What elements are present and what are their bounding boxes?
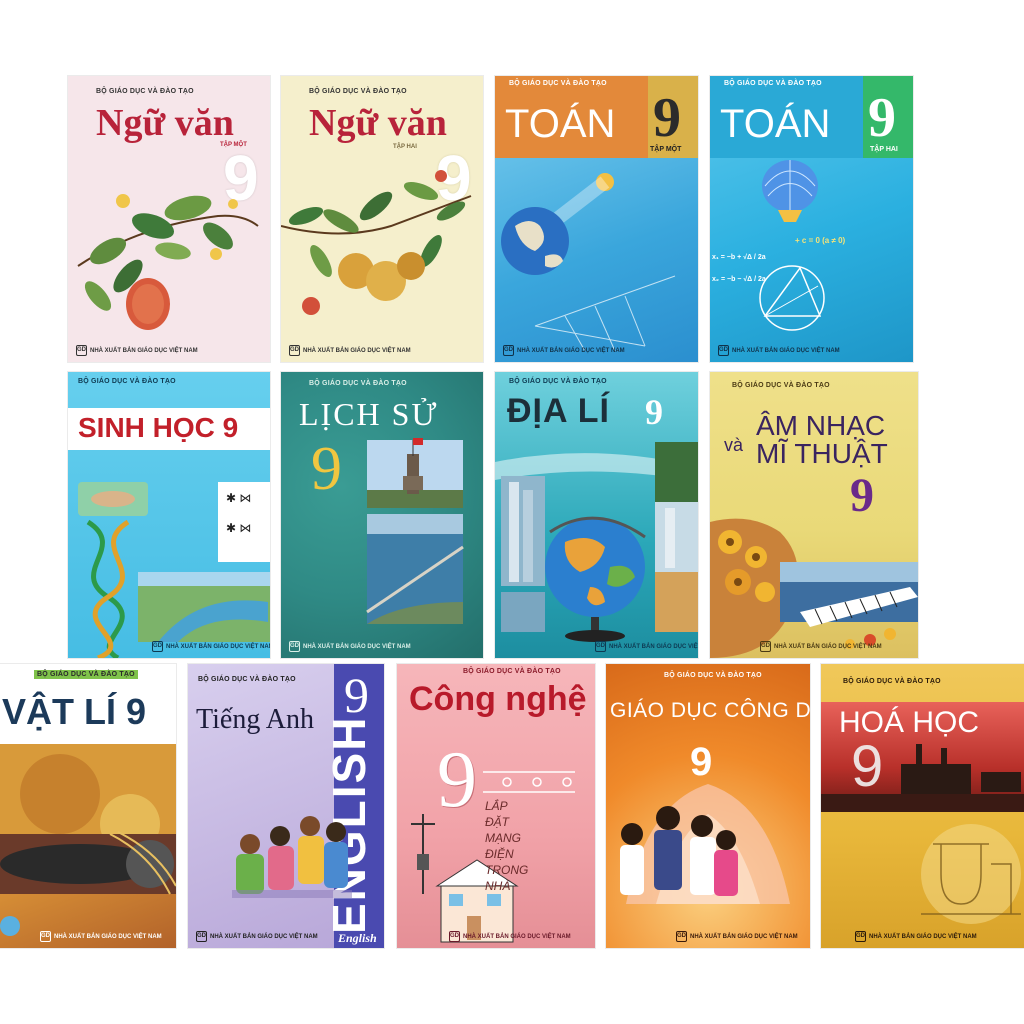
students-group-illustration [232,816,352,898]
subtitle-block: LẮP ĐẶT MẠNG ĐIỆN TRONG NHÀ [485,798,528,894]
publisher-footer-text: NHÀ XUẤT BẢN GIÁO DỤC VIỆT NAM [90,347,198,354]
publisher-footer: GD NHÀ XUẤT BẢN GIÁO DỤC VIỆT NAM [718,345,840,356]
gd-logo-icon: GD [152,641,163,652]
svg-text:✱ ⋈: ✱ ⋈ [226,521,251,535]
gd-logo-icon: GD [289,345,300,356]
publisher-footer-text: NHÀ XUẤT BẢN GIÁO DỤC VIỆT NAM [303,643,411,650]
subtitle-line: MẠNG [485,831,521,845]
formula-x2: x₂ = −b − √Δ / 2a [712,276,766,283]
book-hoa-hoc[interactable]: BỘ GIÁO DỤC VÀ ĐÀO TẠO HOÁ HỌC 9 GD NHÀ … [821,664,1024,948]
subtitle-line: TRONG [485,863,529,877]
publisher-footer: GD NHÀ XUẤT BẢN GIÁO DỤC VIỆT NAM [503,345,625,356]
publisher-footer-text: NHÀ XUẤT BẢN GIÁO DỤC VIỆT NAM [609,643,698,650]
publisher-footer: GD NHÀ XUẤT BẢN GIÁO DỤC VIỆT NAM [40,931,162,942]
publisher-footer: GD NHÀ XUẤT BẢN GIÁO DỤC VIỆT NAM [289,345,411,356]
gd-logo-icon: GD [595,641,606,652]
book-ngu-van-tap-hai[interactable]: BỘ GIÁO DỤC VÀ ĐÀO TẠO Ngữ văn TẬP HAI 9… [281,76,483,362]
publisher-footer-text: NHÀ XUẤT BẢN GIÁO DỤC VIỆT NAM [210,933,318,940]
lotus-children-illustration [620,784,790,904]
publisher-footer: GD NHÀ XUẤT BẢN GIÁO DỤC VIỆT NAM [595,641,698,652]
gd-logo-icon: GD [40,931,51,942]
publisher-footer-text: NHÀ XUẤT BẢN GIÁO DỤC VIỆT NAM [690,933,798,940]
book-vat-li[interactable]: BỘ GIÁO DỤC VÀ ĐÀO TẠO VẬT LÍ 9 GD NHÀ X… [0,664,176,948]
flag-tower-and-bridge-illustration [366,438,464,624]
gd-logo-icon: GD [289,641,300,652]
publisher-footer: GD NHÀ XUẤT BẢN GIÁO DỤC VIỆT NAM [760,641,882,652]
gd-logo-icon: GD [449,931,460,942]
publisher-footer: GD NHÀ XUẤT BẢN GIÁO DỤC VIỆT NAM [449,931,571,942]
gd-logo-icon: GD [676,931,687,942]
publisher-footer-text: NHÀ XUẤT BẢN GIÁO DỤC VIỆT NAM [166,643,270,650]
balloon-geometry-illustration [759,160,825,331]
book-sinh-hoc[interactable]: BỘ GIÁO DỤC VÀ ĐÀO TẠO SINH HỌC 9 ✱ ⋈ ✱ … [68,372,270,658]
sunflower-piano-illustration [710,518,918,658]
gd-logo-icon: GD [718,345,729,356]
subtitle-line: NHÀ [485,879,511,893]
gd-logo-icon: GD [196,931,207,942]
gd-logo-icon: GD [76,345,87,356]
book-ngu-van-tap-mot[interactable]: BỘ GIÁO DỤC VÀ ĐÀO TẠO Ngữ văn TẬP MỘT 9… [68,76,270,362]
book-giao-duc-cong-dan[interactable]: BỘ GIÁO DỤC VÀ ĐÀO TẠO GIÁO DỤC CÔNG DÂN… [606,664,810,948]
oil-rig-lab-illustration [821,744,1024,924]
subtitle-line: LẮP [485,799,508,813]
gd-logo-icon: GD [503,345,514,356]
publisher-footer: GD NHÀ XUẤT BẢN GIÁO DỤC VIỆT NAM [855,931,977,942]
book-am-nhac-mi-thuat[interactable]: BỘ GIÁO DỤC VÀ ĐÀO TẠO ÂM NHẠC và MĨ THU… [710,372,918,658]
book-tieng-anh[interactable]: BỘ GIÁO DỤC VÀ ĐÀO TẠO Tiếng Anh 9 ENGLI… [188,664,384,948]
globe-geometry-illustration [501,173,676,352]
book-toan-tap-mot[interactable]: BỘ GIÁO DỤC VÀ ĐÀO TẠO TOÁN 9 TẬP MỘT GD… [495,76,698,362]
formula-top: + c = 0 (a ≠ 0) [795,236,846,245]
subtitle-line: ĐIỆN [485,847,514,861]
subtitle-line: ĐẶT [485,815,509,829]
book-lich-su[interactable]: BỘ GIÁO DỤC VÀ ĐÀO TẠO LỊCH SỬ 9 GD NHÀ … [281,372,483,658]
formula-x1: x₁ = −b + √Δ / 2a [712,254,766,261]
physics-machinery-illustration [0,744,176,936]
publisher-footer: GD NHÀ XUẤT BẢN GIÁO DỤC VIỆT NAM [76,345,198,356]
pomegranate-branch-illustration [281,170,472,315]
svg-text:✱ ⋈: ✱ ⋈ [226,491,251,505]
globe-landscape-illustration [495,442,698,642]
publisher-footer: GD NHÀ XUẤT BẢN GIÁO DỤC VIỆT NAM [676,931,798,942]
publisher-footer: GD NHÀ XUẤT BẢN GIÁO DỤC VIỆT NAM [289,641,411,652]
gd-logo-icon: GD [855,931,866,942]
publisher-footer: GD NHÀ XUẤT BẢN GIÁO DỤC VIỆT NAM [196,931,318,942]
publisher-footer-text: NHÀ XUẤT BẢN GIÁO DỤC VIỆT NAM [517,347,625,354]
fruit-branch-illustration [77,194,259,330]
dna-nature-illustration: ✱ ⋈ ✱ ⋈ [78,482,270,658]
book-toan-tap-hai[interactable]: BỘ GIÁO DỤC VÀ ĐÀO TẠO TOÁN 9 TẬP HAI + … [710,76,913,362]
publisher-footer-text: NHÀ XUẤT BẢN GIÁO DỤC VIỆT NAM [732,347,840,354]
publisher-footer-text: NHÀ XUẤT BẢN GIÁO DỤC VIỆT NAM [774,643,882,650]
publisher-footer-text: NHÀ XUẤT BẢN GIÁO DỤC VIỆT NAM [303,347,411,354]
gd-logo-icon: GD [760,641,771,652]
publisher-footer: GD NHÀ XUẤT BẢN GIÁO DỤC VIỆT NAM [152,641,270,652]
book-dia-li[interactable]: BỘ GIÁO DỤC VÀ ĐÀO TẠO ĐỊA LÍ 9 GD NHÀ X… [495,372,698,658]
publisher-footer-text: NHÀ XUẤT BẢN GIÁO DỤC VIỆT NAM [869,933,977,940]
book-cong-nghe[interactable]: BỘ GIÁO DỤC VÀ ĐÀO TẠO Công nghệ 9 LẮP Đ… [397,664,595,948]
publisher-footer-text: NHÀ XUẤT BẢN GIÁO DỤC VIỆT NAM [463,933,571,940]
publisher-footer-text: NHÀ XUẤT BẢN GIÁO DỤC VIỆT NAM [54,933,162,940]
